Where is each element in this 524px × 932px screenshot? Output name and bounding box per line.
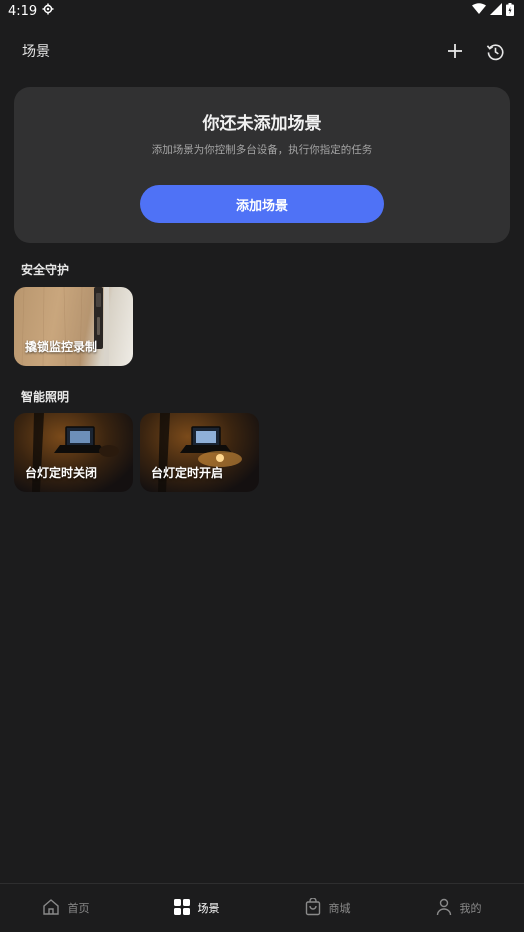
nav-label: 场景 xyxy=(197,902,220,915)
status-bar: 4:19 xyxy=(0,0,524,22)
nav-scene[interactable]: 场景 xyxy=(131,884,262,932)
empty-subtitle: 添加场景为你控制多台设备，执行你指定的任务 xyxy=(151,144,373,156)
scene-tile-lamp-off[interactable]: 台灯定时关闭 xyxy=(14,413,133,492)
signal-icon xyxy=(490,3,502,19)
battery-icon xyxy=(506,2,514,20)
nav-me[interactable]: 我的 xyxy=(393,884,524,932)
add-icon[interactable] xyxy=(444,40,466,62)
app-header: 场景 xyxy=(0,32,524,70)
tile-label: 台灯定时开启 xyxy=(151,466,224,480)
grid-icon xyxy=(173,898,190,918)
nav-label: 我的 xyxy=(459,902,482,915)
nav-label: 商城 xyxy=(328,902,351,915)
tile-label: 台灯定时关闭 xyxy=(25,466,98,480)
empty-scene-card: 你还未添加场景 添加场景为你控制多台设备，执行你指定的任务 添加场景 xyxy=(14,87,510,243)
home-icon xyxy=(42,898,60,919)
bottom-nav: 首页 场景 商城 我的 xyxy=(0,883,524,932)
page-title: 场景 xyxy=(22,44,50,60)
nav-label: 首页 xyxy=(67,902,90,915)
person-icon xyxy=(436,898,452,919)
section-title-lighting: 智能照明 xyxy=(21,390,70,404)
status-right xyxy=(472,2,514,20)
nav-shop[interactable]: 商城 xyxy=(262,884,393,932)
history-icon[interactable] xyxy=(484,40,506,62)
settings-status-icon xyxy=(42,3,54,19)
scene-tile-lamp-on[interactable]: 台灯定时开启 xyxy=(140,413,259,492)
scene-tile-lock-monitor[interactable]: 撬锁监控录制 xyxy=(14,287,133,366)
header-actions xyxy=(444,40,506,62)
status-left: 4:19 xyxy=(8,3,54,19)
section-title-security: 安全守护 xyxy=(21,263,70,277)
nav-home[interactable]: 首页 xyxy=(0,884,131,932)
shopping-bag-icon xyxy=(305,896,321,919)
empty-title: 你还未添加场景 xyxy=(202,114,322,134)
status-time: 4:19 xyxy=(8,3,38,19)
tile-label: 撬锁监控录制 xyxy=(25,340,98,354)
add-scene-button[interactable]: 添加场景 xyxy=(140,185,384,223)
wifi-icon xyxy=(472,3,486,19)
